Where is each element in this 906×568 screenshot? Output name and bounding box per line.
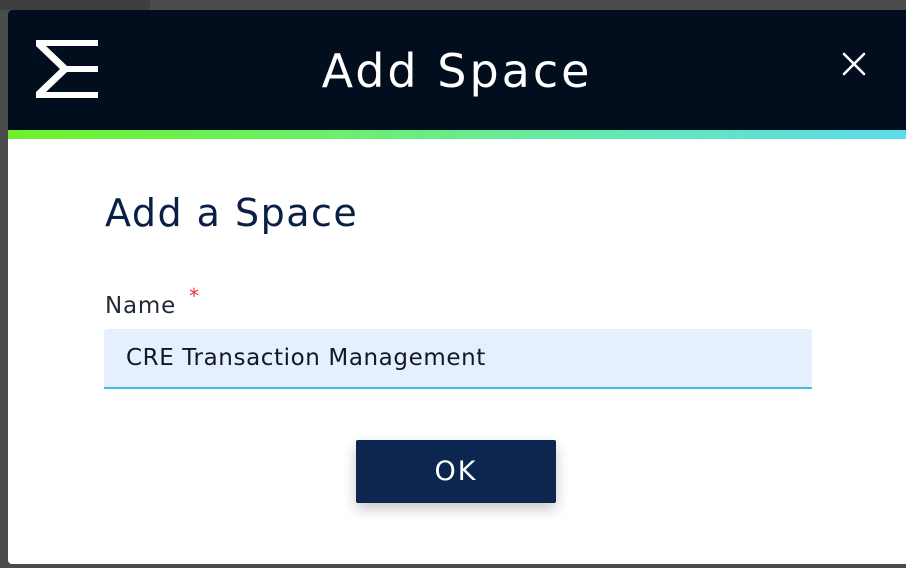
name-field-label: Name bbox=[105, 293, 177, 319]
add-space-dialog: Add Space Add a Space Name * OK bbox=[8, 10, 906, 564]
required-indicator: * bbox=[189, 284, 199, 308]
backdrop-shade bbox=[0, 0, 150, 10]
name-input[interactable] bbox=[104, 329, 812, 389]
ok-button[interactable]: OK bbox=[356, 440, 556, 503]
close-icon[interactable] bbox=[834, 44, 874, 84]
header-accent-bar bbox=[8, 130, 906, 139]
dialog-title: Add Space bbox=[321, 44, 593, 98]
form-heading: Add a Space bbox=[105, 191, 359, 235]
dialog-header: Add Space bbox=[8, 10, 906, 130]
